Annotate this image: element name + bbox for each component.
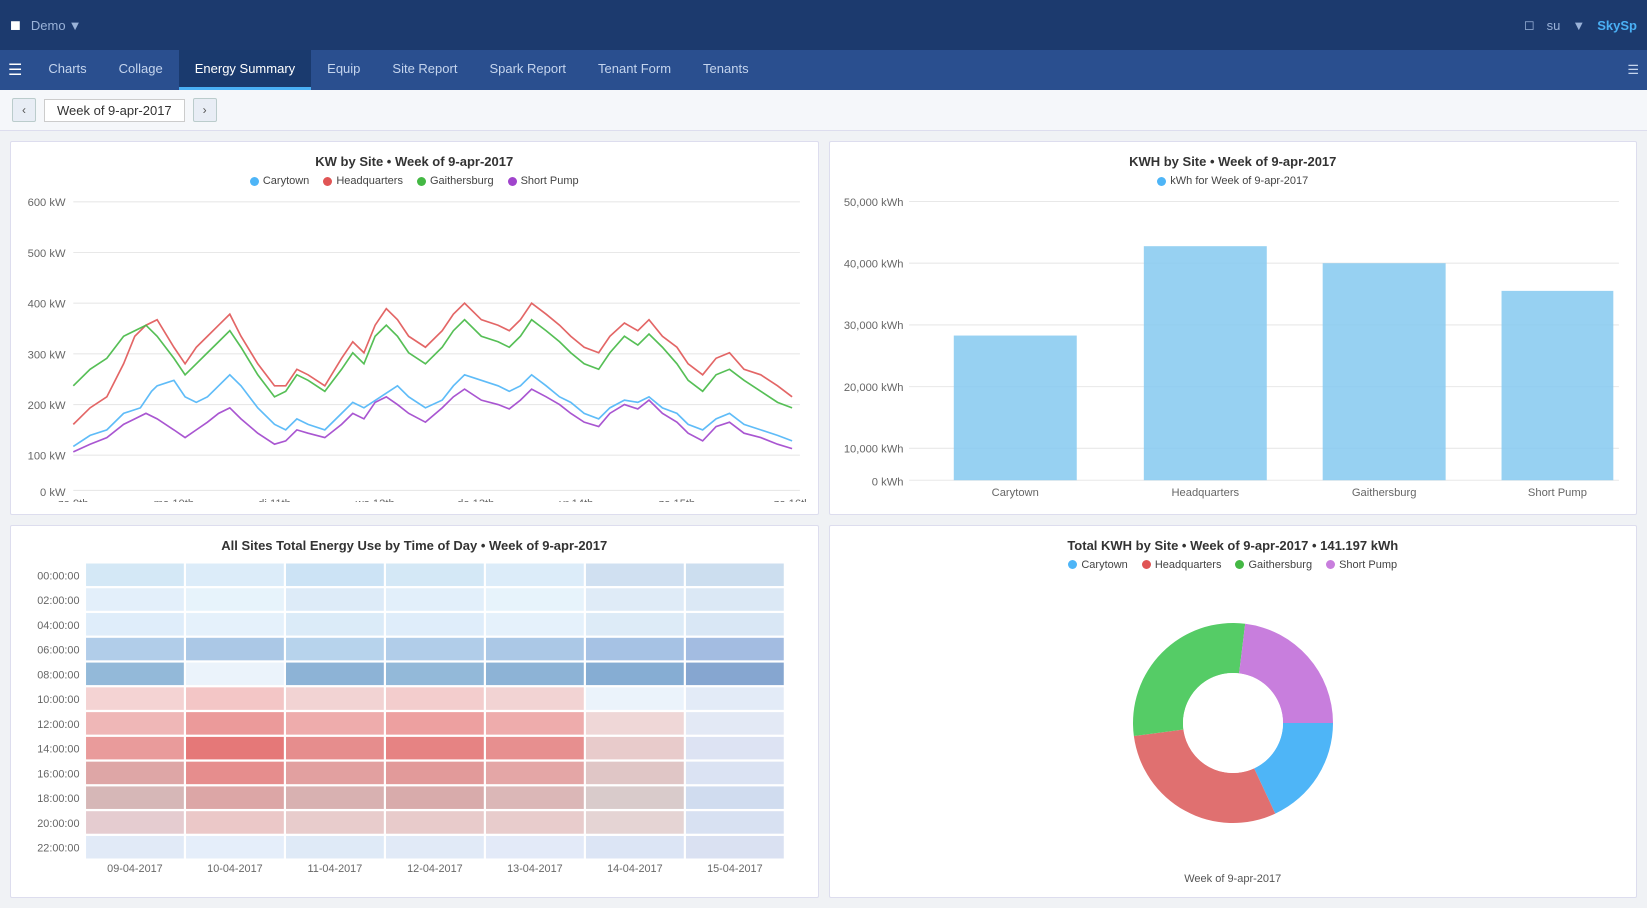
kwh-chart-title: KWH by Site • Week of 9-apr-2017 [842,154,1625,169]
chevron-down-icon: ▼ [69,18,82,33]
svg-text:40,000 kWh: 40,000 kWh [843,259,903,271]
kw-line-chart: 600 kW 500 kW 400 kW 300 kW 200 kW 100 k… [23,193,806,502]
legend-carytown: Carytown [250,175,309,187]
donut-legend: Carytown Headquarters Gaithersburg Short… [842,559,1625,571]
svg-text:0 kWh: 0 kWh [871,477,903,489]
nav-right: ☰ [1627,62,1639,78]
svg-text:za 15th: za 15th [659,498,696,501]
app-logo-icon: ■ [10,15,21,36]
navbar: ☰ Charts Collage Energy Summary Equip Si… [0,50,1647,90]
svg-text:600 kW: 600 kW [28,197,66,209]
tab-spark-report[interactable]: Spark Report [473,50,582,90]
tab-tenants[interactable]: Tenants [687,50,765,90]
svg-text:wo 12th: wo 12th [355,498,395,501]
svg-text:08:00:00: 08:00:00 [37,669,79,681]
donut-title: Total KWH by Site • Week of 9-apr-2017 •… [842,538,1625,553]
svg-text:10,000 kWh: 10,000 kWh [843,444,903,456]
svg-text:300 kW: 300 kW [28,349,66,361]
legend-gaithersburg: Gaithersburg [417,175,494,187]
svg-text:14:00:00: 14:00:00 [37,743,79,755]
next-week-button[interactable]: › [193,98,217,122]
svg-text:Headquarters: Headquarters [1171,487,1239,499]
prev-week-button[interactable]: ‹ [12,98,36,122]
donut-legend-gaithersburg: Gaithersburg [1235,559,1312,571]
svg-text:16:00:00: 16:00:00 [37,768,79,780]
svg-text:13-04-2017: 13-04-2017 [507,862,563,874]
kw-legend: Carytown Headquarters Gaithersburg Short… [23,175,806,187]
svg-text:20:00:00: 20:00:00 [37,817,79,829]
kwh-by-site-card: KWH by Site • Week of 9-apr-2017 kWh for… [829,141,1638,515]
svg-text:500 kW: 500 kW [28,248,66,260]
svg-text:50,000 kWh: 50,000 kWh [843,197,903,209]
date-range-label: Week of 9-apr-2017 [44,99,185,122]
topbar-right: ◻ su ▼ SkySp [1524,17,1637,33]
tab-tenant-form[interactable]: Tenant Form [582,50,687,90]
donut-legend-headquarters: Headquarters [1142,559,1222,571]
kwh-legend-item: kWh for Week of 9-apr-2017 [1157,175,1308,187]
menu-lines-icon[interactable]: ☰ [1627,62,1639,78]
svg-text:00:00:00: 00:00:00 [37,570,79,582]
main-grid: KW by Site • Week of 9-apr-2017 Carytown… [0,131,1647,908]
hamburger-icon[interactable]: ☰ [8,60,22,80]
svg-text:09-04-2017: 09-04-2017 [107,862,163,874]
svg-text:zo 9th: zo 9th [58,498,88,501]
svg-text:02:00:00: 02:00:00 [37,594,79,606]
kw-chart-title: KW by Site • Week of 9-apr-2017 [23,154,806,169]
svg-text:100 kW: 100 kW [28,451,66,463]
svg-text:20,000 kWh: 20,000 kWh [843,382,903,394]
kw-by-site-card: KW by Site • Week of 9-apr-2017 Carytown… [10,141,819,515]
svg-text:do 13th: do 13th [457,498,494,501]
svg-text:04:00:00: 04:00:00 [37,619,79,631]
legend-short-pump: Short Pump [508,175,579,187]
svg-text:22:00:00: 22:00:00 [37,842,79,854]
tab-energy-summary[interactable]: Energy Summary [179,50,311,90]
heatmap-chart: 00:00:00 02:00:00 04:00:00 06:00:00 08:0… [23,559,806,886]
svg-text:400 kW: 400 kW [28,299,66,311]
donut-sublabel: Week of 9-apr-2017 [842,873,1625,885]
svg-text:18:00:00: 18:00:00 [37,793,79,805]
donut-legend-carytown: Carytown [1068,559,1127,571]
datebar: ‹ Week of 9-apr-2017 › [0,90,1647,131]
svg-text:12-04-2017: 12-04-2017 [407,862,463,874]
donut-card: Total KWH by Site • Week of 9-apr-2017 •… [829,525,1638,899]
kwh-legend: kWh for Week of 9-apr-2017 [842,175,1625,187]
svg-text:di 11th: di 11th [258,498,291,501]
svg-text:15-04-2017: 15-04-2017 [707,862,763,874]
notifications-icon[interactable]: ◻ [1524,17,1535,33]
topbar-left: ■ Demo ▼ [10,15,81,36]
tab-site-report[interactable]: Site Report [376,50,473,90]
svg-text:10-04-2017: 10-04-2017 [207,862,263,874]
tab-equip[interactable]: Equip [311,50,376,90]
svg-text:zo 16th: zo 16th [774,498,806,501]
kwh-bar-chart: 50,000 kWh 40,000 kWh 30,000 kWh 20,000 … [842,193,1625,502]
svg-text:Carytown: Carytown [991,487,1038,499]
svg-text:10:00:00: 10:00:00 [37,693,79,705]
svg-text:14-04-2017: 14-04-2017 [607,862,663,874]
heatmap-title: All Sites Total Energy Use by Time of Da… [23,538,806,553]
tab-charts[interactable]: Charts [32,50,102,90]
user-label: su [1547,18,1561,33]
heatmap-card: All Sites Total Energy Use by Time of Da… [10,525,819,899]
svg-text:ma 10th: ma 10th [154,498,194,501]
topbar: ■ Demo ▼ ◻ su ▼ SkySp [0,0,1647,50]
demo-label[interactable]: Demo ▼ [31,18,82,33]
svg-text:vr 14th: vr 14th [559,498,593,501]
svg-text:12:00:00: 12:00:00 [37,718,79,730]
svg-text:200 kW: 200 kW [28,400,66,412]
tab-collage[interactable]: Collage [103,50,179,90]
nav-tabs: Charts Collage Energy Summary Equip Site… [32,50,1627,90]
svg-text:06:00:00: 06:00:00 [37,644,79,656]
donut-chart [842,577,1625,870]
svg-text:Short Pump: Short Pump [1527,487,1586,499]
legend-headquarters: Headquarters [323,175,403,187]
donut-legend-short-pump: Short Pump [1326,559,1397,571]
chevron-down-icon: ▼ [1572,18,1585,33]
svg-text:Gaithersburg: Gaithersburg [1351,487,1416,499]
svg-text:11-04-2017: 11-04-2017 [308,862,363,874]
svg-text:30,000 kWh: 30,000 kWh [843,320,903,332]
brand-label: SkySp [1597,18,1637,33]
